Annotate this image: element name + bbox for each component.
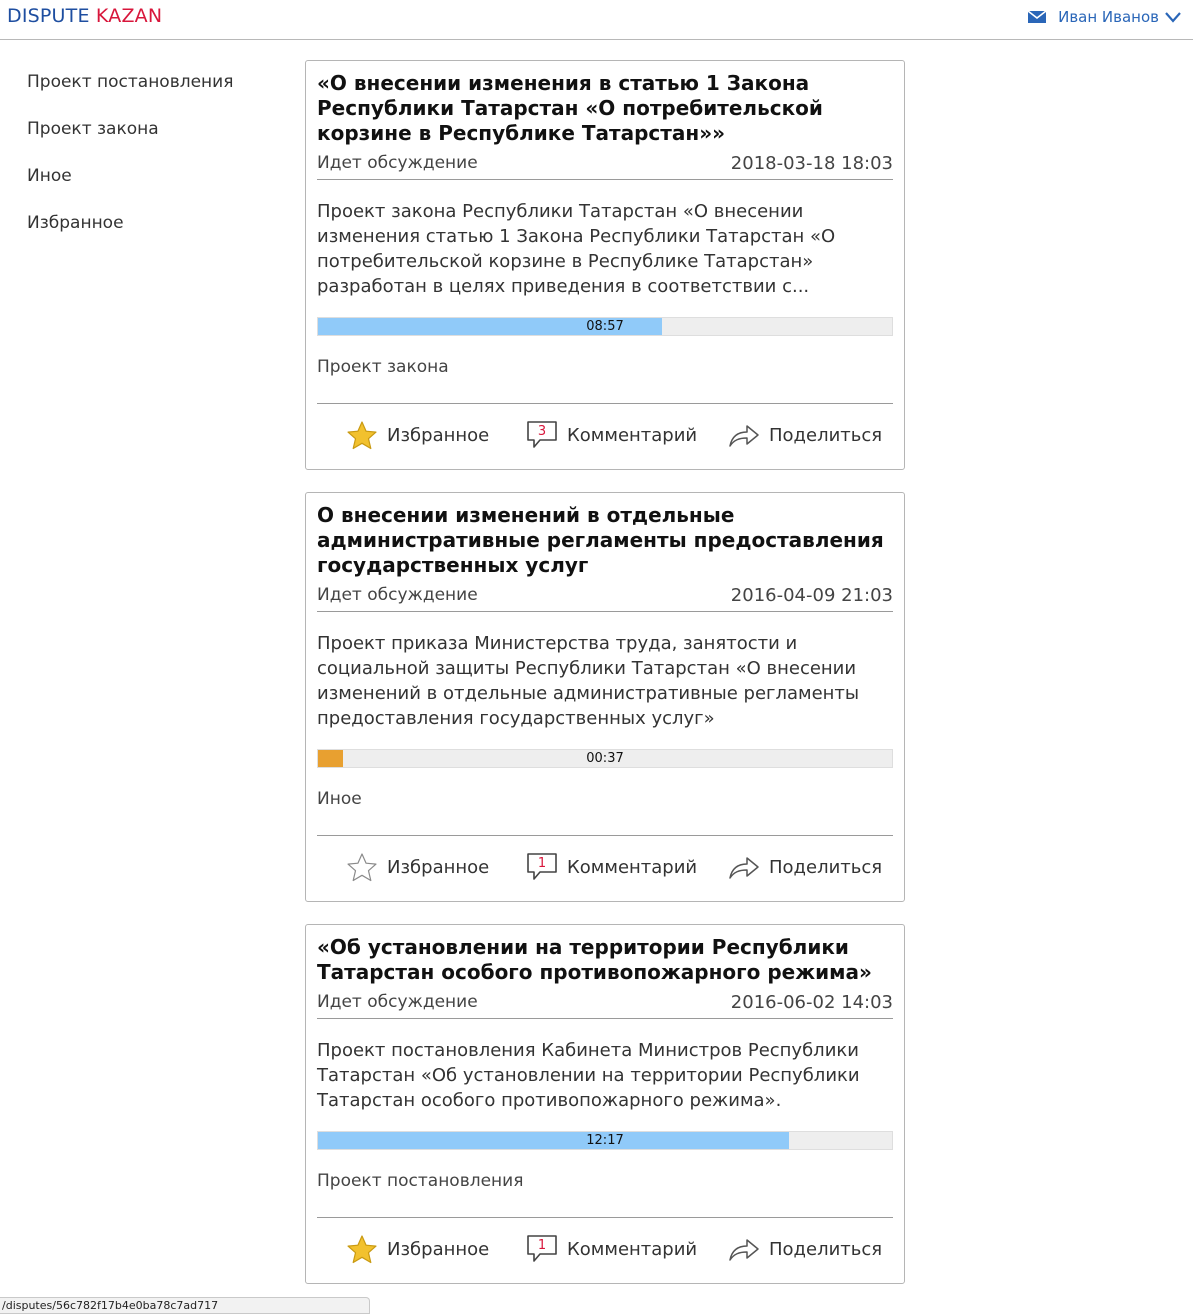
favorite-button[interactable]: Избранное xyxy=(345,1232,489,1266)
share-icon xyxy=(727,418,761,452)
favorite-button[interactable]: Избранное xyxy=(345,418,489,452)
sidebar-item-resolution-draft[interactable]: Проект постановления xyxy=(27,66,233,113)
top-header: DISPUTE KAZAN Иван Иванов xyxy=(0,0,1193,40)
star-icon xyxy=(345,1232,379,1266)
dispute-category: Проект закона xyxy=(317,357,449,377)
timer-progress-bar: 12:17 xyxy=(317,1131,893,1150)
dispute-date: 2016-04-09 21:03 xyxy=(730,585,893,606)
share-icon xyxy=(727,850,761,884)
comment-button[interactable]: 3 Комментарий xyxy=(525,418,697,452)
timer-label: 08:57 xyxy=(586,319,624,334)
dispute-status: Идет обсуждение xyxy=(317,992,478,1012)
comment-icon: 1 xyxy=(525,1232,559,1266)
timer-label: 00:37 xyxy=(586,751,624,766)
dispute-date: 2018-03-18 18:03 xyxy=(730,153,893,174)
mail-icon[interactable] xyxy=(1028,10,1047,24)
chevron-down-icon[interactable] xyxy=(1165,11,1181,23)
logo-part1: DISPUTE xyxy=(7,5,90,27)
card-actions: Избранное 1 Комментарий Поделиться xyxy=(317,1217,893,1283)
browser-status-url: /disputes/56c782f17b4e0ba78c7ad717 xyxy=(0,1297,370,1314)
comment-label: Комментарий xyxy=(567,424,698,446)
timer-progress-bar: 00:37 xyxy=(317,749,893,768)
comment-count: 3 xyxy=(538,424,546,439)
comment-count: 1 xyxy=(538,1238,546,1253)
dispute-card: «Об установлении на территории Республик… xyxy=(305,924,905,1284)
favorite-button[interactable]: Избранное xyxy=(345,850,489,884)
comment-label: Комментарий xyxy=(567,1238,698,1260)
dispute-title[interactable]: «О внесении изменения в статью 1 Закона … xyxy=(317,71,893,146)
comment-icon: 3 xyxy=(525,418,559,452)
share-button[interactable]: Поделиться xyxy=(727,850,882,884)
dispute-description: Проект закона Республики Татарстан «О вн… xyxy=(317,201,836,297)
comment-button[interactable]: 1 Комментарий xyxy=(525,1232,697,1266)
comment-icon: 1 xyxy=(525,850,559,884)
share-icon xyxy=(727,1232,761,1266)
dispute-date: 2016-06-02 14:03 xyxy=(730,992,893,1013)
comment-button[interactable]: 1 Комментарий xyxy=(525,850,697,884)
comment-label: Комментарий xyxy=(567,856,698,878)
favorite-label: Избранное xyxy=(387,424,490,446)
sidebar-item-favorites[interactable]: Избранное xyxy=(27,207,233,254)
dispute-status: Идет обсуждение xyxy=(317,585,478,605)
share-label: Поделиться xyxy=(769,1238,883,1260)
dispute-status: Идет обсуждение xyxy=(317,153,478,173)
share-button[interactable]: Поделиться xyxy=(727,1232,882,1266)
sidebar-item-law-draft[interactable]: Проект закона xyxy=(27,113,233,160)
dispute-meta: Идет обсуждение 2016-06-02 14:03 xyxy=(317,992,893,1019)
comment-count: 1 xyxy=(538,856,546,871)
card-actions: Избранное 3 Комментарий Поделиться xyxy=(317,403,893,469)
sidebar-item-other[interactable]: Иное xyxy=(27,160,233,207)
share-label: Поделиться xyxy=(769,856,883,878)
sidebar: Проект постановления Проект закона Иное … xyxy=(27,66,233,254)
logo[interactable]: DISPUTE KAZAN xyxy=(7,5,162,27)
dispute-card: «О внесении изменения в статью 1 Закона … xyxy=(305,60,905,470)
card-actions: Избранное 1 Комментарий Поделиться xyxy=(317,835,893,901)
dispute-meta: Идет обсуждение 2018-03-18 18:03 xyxy=(317,153,893,180)
favorite-label: Избранное xyxy=(387,856,490,878)
dispute-title[interactable]: «Об установлении на территории Республик… xyxy=(317,935,893,985)
timer-progress-bar: 08:57 xyxy=(317,317,893,336)
share-button[interactable]: Поделиться xyxy=(727,418,882,452)
dispute-category: Иное xyxy=(317,789,362,809)
dispute-description: Проект приказа Министерства труда, занят… xyxy=(317,633,860,729)
user-menu[interactable]: Иван Иванов xyxy=(1028,8,1181,26)
timer-label: 12:17 xyxy=(586,1133,624,1148)
star-icon xyxy=(345,850,379,884)
dispute-card: О внесении изменений в отдельные админис… xyxy=(305,492,905,902)
dispute-category: Проект постановления xyxy=(317,1171,524,1191)
share-label: Поделиться xyxy=(769,424,883,446)
dispute-meta: Идет обсуждение 2016-04-09 21:03 xyxy=(317,585,893,612)
user-name[interactable]: Иван Иванов xyxy=(1058,8,1159,26)
dispute-title[interactable]: О внесении изменений в отдельные админис… xyxy=(317,503,893,578)
logo-part2: KAZAN xyxy=(95,5,163,27)
dispute-description: Проект постановления Кабинета Министров … xyxy=(317,1040,860,1111)
favorite-label: Избранное xyxy=(387,1238,490,1260)
star-icon xyxy=(345,418,379,452)
